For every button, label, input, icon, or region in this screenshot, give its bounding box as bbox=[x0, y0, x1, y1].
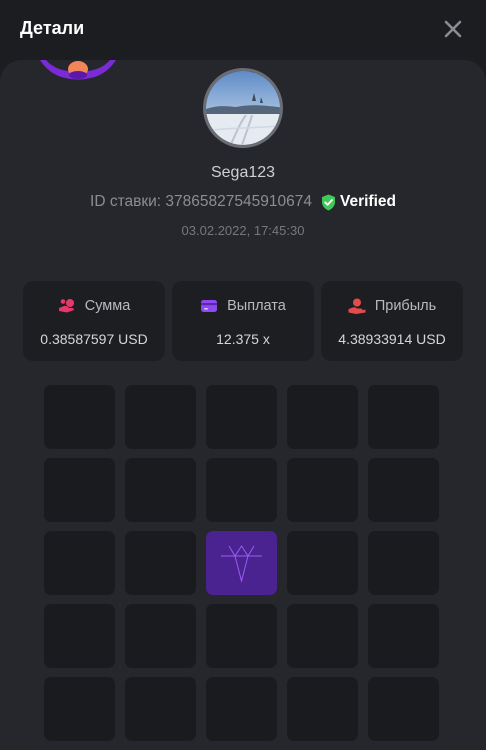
grid-cell[interactable] bbox=[125, 458, 196, 522]
grid-cell[interactable] bbox=[125, 385, 196, 449]
page-title: Детали bbox=[20, 18, 85, 38]
grid-cell[interactable] bbox=[287, 604, 358, 668]
bet-datetime: 03.02.2022, 17:45:30 bbox=[181, 223, 305, 238]
grid-cell[interactable] bbox=[44, 677, 115, 741]
stat-card-amount: Сумма 0.38587597 USD bbox=[23, 281, 165, 361]
grid-cell[interactable] bbox=[287, 531, 358, 595]
stat-label: Выплата bbox=[227, 298, 286, 314]
grid-cell[interactable] bbox=[44, 385, 115, 449]
grid-cell[interactable] bbox=[44, 531, 115, 595]
grid-cell[interactable] bbox=[287, 677, 358, 741]
diamond-icon bbox=[220, 543, 263, 583]
verified-badge: Verified bbox=[339, 193, 396, 210]
grid-cell[interactable] bbox=[368, 531, 439, 595]
grid-cell[interactable] bbox=[125, 531, 196, 595]
grid-cell[interactable] bbox=[206, 458, 277, 522]
stat-label: Прибыль bbox=[374, 298, 437, 314]
close-icon bbox=[444, 20, 462, 38]
grid-cell[interactable] bbox=[125, 604, 196, 668]
stat-value: 4.38933914 USD bbox=[338, 331, 446, 347]
grid-cell[interactable] bbox=[206, 385, 277, 449]
stat-card-profit: Прибыль 4.38933914 USD bbox=[321, 281, 463, 361]
grid-cell[interactable] bbox=[368, 385, 439, 449]
grid-cell[interactable] bbox=[44, 458, 115, 522]
mascot-icon bbox=[40, 60, 116, 80]
grid-cell[interactable] bbox=[287, 385, 358, 449]
grid-cell[interactable] bbox=[368, 604, 439, 668]
grid-cell[interactable] bbox=[206, 677, 277, 741]
close-button[interactable] bbox=[440, 16, 466, 42]
shield-check-icon bbox=[321, 194, 335, 210]
avatar bbox=[203, 68, 283, 148]
top-bar: Детали bbox=[0, 0, 486, 60]
stat-label: Сумма bbox=[84, 298, 131, 314]
grid-cell[interactable] bbox=[368, 458, 439, 522]
grid-cell[interactable] bbox=[368, 677, 439, 741]
wallet-icon bbox=[201, 300, 218, 312]
grid-cell[interactable] bbox=[287, 458, 358, 522]
coins-icon bbox=[58, 299, 74, 313]
grid-cell-revealed[interactable] bbox=[206, 531, 277, 595]
grid-cell[interactable] bbox=[206, 604, 277, 668]
avatar-image bbox=[206, 71, 280, 145]
grid-cell[interactable] bbox=[44, 604, 115, 668]
stat-value: 0.38587597 USD bbox=[40, 331, 148, 347]
bet-id: ID ставки: 37865827545910674 bbox=[90, 193, 312, 210]
grid-cell[interactable] bbox=[125, 677, 196, 741]
stat-card-payout: Выплата 12.375 x bbox=[172, 281, 314, 361]
bet-id-row: ID ставки: 37865827545910674 Verified bbox=[0, 193, 486, 211]
details-panel: Sega123 ID ставки: 37865827545910674 Ver… bbox=[0, 60, 486, 750]
stat-value: 12.375 x bbox=[216, 331, 270, 347]
username: Sega123 bbox=[210, 164, 276, 181]
hand-coin-icon bbox=[348, 298, 366, 314]
